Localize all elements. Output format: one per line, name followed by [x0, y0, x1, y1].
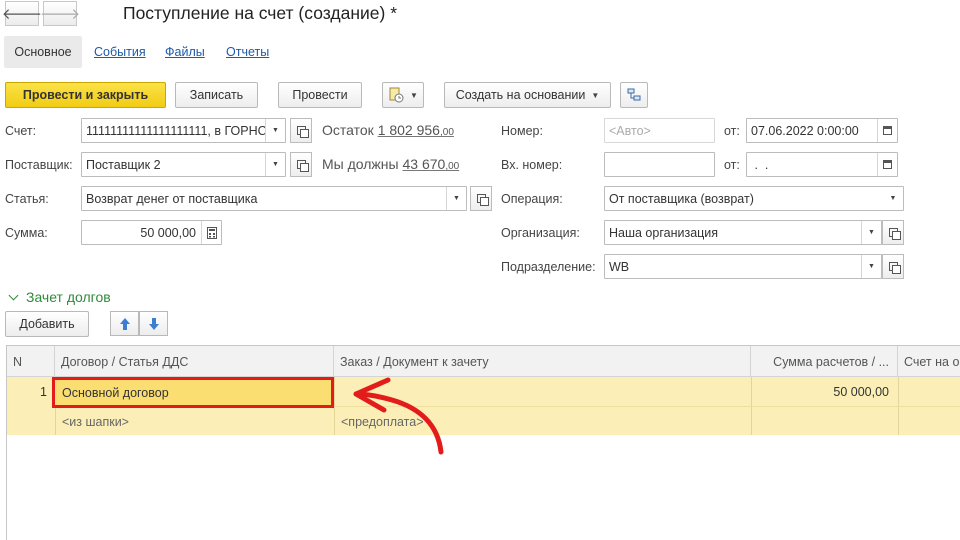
move-up-button[interactable] — [110, 311, 139, 336]
caret-down-icon: ▼ — [591, 90, 600, 100]
date-value: 07.06.2022 0:00:00 — [751, 123, 859, 138]
open-icon — [888, 262, 901, 274]
arrow-right-icon: 🡒 — [39, 6, 81, 23]
organization-label: Организация: — [501, 226, 580, 240]
department-open-button[interactable] — [882, 254, 904, 279]
amount-value: 50 000,00 — [140, 225, 196, 240]
supplier-value: Поставщик 2 — [86, 157, 161, 172]
arrow-up-icon — [119, 317, 130, 330]
print-menu-button[interactable]: ▼ — [382, 82, 424, 108]
operation-value: От поставщика (возврат) — [609, 191, 754, 206]
supplier-open-button[interactable] — [290, 152, 312, 177]
tab-reports[interactable]: Отчеты — [226, 45, 269, 59]
open-icon — [296, 160, 309, 172]
row-article[interactable]: <из шапки> — [62, 415, 129, 429]
operation-field[interactable]: От поставщика (возврат) ▼ — [604, 186, 904, 211]
row-contract: Основной договор — [62, 385, 169, 400]
tab-events[interactable]: События — [94, 45, 146, 59]
article-label: Статья: — [5, 192, 49, 206]
move-down-button[interactable] — [139, 311, 168, 336]
dropdown-arrow-icon[interactable]: ▼ — [446, 187, 466, 210]
in-date-from-label: от: — [724, 158, 740, 172]
calendar-icon[interactable] — [877, 153, 897, 176]
supplier-label: Поставщик: — [5, 158, 73, 172]
contract-cell-selected[interactable]: Основной договор — [52, 377, 334, 408]
dropdown-arrow-icon[interactable]: ▼ — [861, 221, 881, 244]
balance-label: Остаток — [322, 122, 374, 138]
organization-open-button[interactable] — [882, 220, 904, 245]
amount-field[interactable]: 50 000,00 — [81, 220, 222, 245]
date-field[interactable]: 07.06.2022 0:00:00 — [746, 118, 898, 143]
create-based-on-label: Создать на основании — [455, 88, 586, 102]
page-title: Поступление на счет (создание) * — [123, 3, 398, 23]
in-number-label: Вх. номер: — [501, 158, 563, 172]
number-field[interactable]: <Авто> — [604, 118, 715, 143]
operation-label: Операция: — [501, 192, 563, 206]
open-icon — [296, 126, 309, 138]
in-date-field[interactable]: . . — [746, 152, 898, 177]
table-header: N Договор / Статья ДДС Заказ / Документ … — [7, 346, 960, 377]
organization-field[interactable]: Наша организация ▼ — [604, 220, 882, 245]
debts-table: N Договор / Статья ДДС Заказ / Документ … — [6, 345, 960, 540]
post-and-close-button[interactable]: Провести и закрыть — [5, 82, 166, 108]
structure-button[interactable] — [620, 82, 648, 108]
calendar-icon[interactable] — [877, 119, 897, 142]
arrow-down-icon — [148, 317, 159, 330]
amount-label: Сумма: — [5, 226, 48, 240]
number-placeholder: <Авто> — [609, 123, 651, 138]
dropdown-arrow-icon[interactable]: ▼ — [883, 187, 903, 210]
number-label: Номер: — [501, 124, 543, 138]
back-button[interactable]: 🡐 — [1, 1, 43, 26]
date-from-label: от: — [724, 124, 740, 138]
arrow-left-icon: 🡐 — [1, 6, 43, 23]
calculator-icon[interactable] — [201, 221, 221, 244]
supplier-field[interactable]: Поставщик 2 ▼ — [81, 152, 286, 177]
chevron-down-icon — [8, 290, 19, 300]
article-field[interactable]: Возврат денег от поставщика ▼ — [81, 186, 467, 211]
forward-button[interactable]: 🡒 — [39, 1, 81, 26]
dropdown-arrow-icon[interactable]: ▼ — [861, 255, 881, 278]
account-open-button[interactable] — [290, 118, 312, 143]
balance-info: Остаток 1 802 956,00 — [322, 122, 454, 138]
row-number: 1 — [40, 385, 47, 399]
article-value: Возврат денег от поставщика — [86, 191, 258, 206]
row-sum[interactable]: 50 000,00 — [751, 385, 889, 399]
column-header-n[interactable]: N — [7, 346, 55, 377]
we-owe-value-link[interactable]: 43 670,00 — [402, 156, 459, 172]
balance-value-link[interactable]: 1 802 956,00 — [378, 122, 454, 138]
open-icon — [888, 228, 901, 240]
dropdown-arrow-icon[interactable]: ▼ — [265, 119, 285, 142]
column-header-account[interactable]: Счет на о — [898, 346, 960, 377]
debts-section-title: Зачет долгов — [26, 289, 111, 305]
document-clock-icon — [389, 87, 404, 103]
column-header-contract[interactable]: Договор / Статья ДДС — [55, 346, 334, 377]
tab-files[interactable]: Файлы — [165, 45, 205, 59]
tab-main[interactable]: Основное — [4, 36, 82, 68]
organization-value: Наша организация — [609, 225, 719, 240]
account-value: 11111111111111111111, в ГОРНС — [86, 123, 265, 138]
article-open-button[interactable] — [470, 186, 492, 211]
add-button[interactable]: Добавить — [5, 311, 89, 337]
in-date-value: . . — [751, 157, 769, 172]
caret-down-icon: ▼ — [410, 90, 418, 100]
column-header-sum[interactable]: Сумма расчетов / ... — [751, 346, 898, 377]
hierarchy-icon — [627, 88, 641, 101]
save-button[interactable]: Записать — [175, 82, 258, 108]
debts-section-toggle[interactable]: Зачет долгов — [8, 289, 111, 305]
annotation-arrow — [353, 377, 444, 455]
in-number-field[interactable] — [604, 152, 715, 177]
account-field[interactable]: 11111111111111111111, в ГОРНС ▼ — [81, 118, 286, 143]
department-label: Подразделение: — [501, 260, 596, 274]
open-icon — [476, 194, 489, 206]
department-field[interactable]: WB ▼ — [604, 254, 882, 279]
we-owe-label: Мы должны — [322, 156, 399, 172]
account-label: Счет: — [5, 124, 37, 138]
create-based-on-button[interactable]: Создать на основании ▼ — [444, 82, 611, 108]
post-button[interactable]: Провести — [278, 82, 362, 108]
department-value: WB — [609, 259, 630, 274]
we-owe-info: Мы должны 43 670,00 — [322, 156, 459, 172]
dropdown-arrow-icon[interactable]: ▼ — [265, 153, 285, 176]
